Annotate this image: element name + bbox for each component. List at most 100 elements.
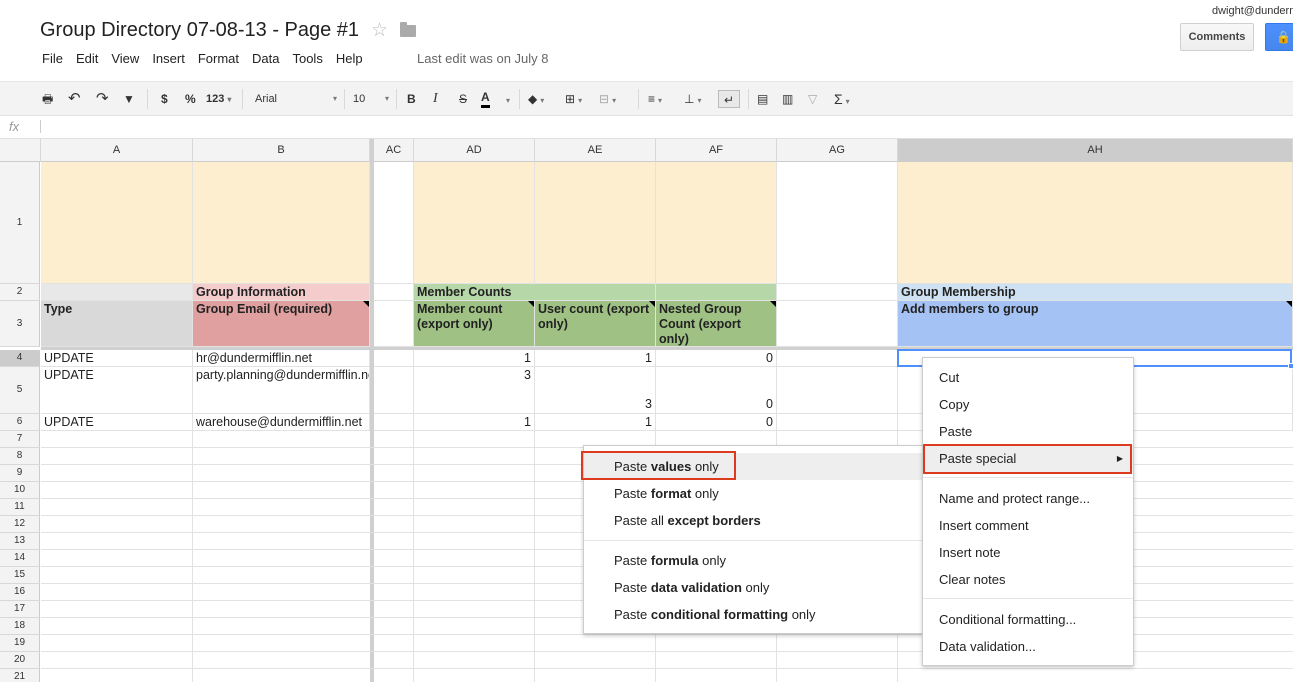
row-header[interactable]: 16	[0, 584, 40, 601]
row-header[interactable]: 19	[0, 635, 40, 652]
menu-data[interactable]: Data	[252, 51, 279, 66]
menu-tools[interactable]: Tools	[292, 51, 322, 66]
row-header[interactable]: 18	[0, 618, 40, 635]
column-header-ag[interactable]: AG	[777, 139, 898, 162]
menu-item-paste-special[interactable]: Paste special ▶	[923, 445, 1133, 472]
header-member-count[interactable]: Member count (export only)	[414, 301, 535, 347]
number-format-dropdown[interactable]: 123 ▾	[206, 90, 231, 108]
wrap-text-icon[interactable]: ↵	[718, 90, 740, 108]
cell-member-count[interactable]: 1	[414, 350, 535, 367]
menu-item-paste-formula-only[interactable]: Paste formula only	[584, 547, 922, 574]
insert-chart-icon[interactable]: ▥	[782, 90, 793, 108]
cell[interactable]	[41, 162, 193, 284]
cell[interactable]	[374, 350, 414, 367]
cell[interactable]	[374, 284, 414, 301]
menu-item-paste-data-validation-only[interactable]: Paste data validation only	[584, 574, 922, 601]
row-header[interactable]: 11	[0, 499, 40, 516]
header-group-email[interactable]: Group Email (required)	[193, 301, 370, 347]
italic-button[interactable]: I	[433, 90, 438, 108]
strikethrough-button[interactable]: S	[459, 90, 467, 108]
cell[interactable]	[777, 350, 898, 367]
cell[interactable]	[374, 301, 414, 347]
cell-group-email[interactable]: party.planning@dundermifflin.net	[193, 367, 370, 414]
row-header[interactable]: 17	[0, 601, 40, 618]
cell-group-email[interactable]: warehouse@dundermifflin.net	[193, 414, 370, 431]
header-nested-group-count[interactable]: Nested Group Count (export only)	[656, 301, 777, 347]
cell-member-count[interactable]: 3	[414, 367, 535, 414]
text-color-button[interactable]: A	[481, 90, 490, 108]
align-left-icon[interactable]: ≡ ▾	[648, 90, 662, 108]
menu-edit[interactable]: Edit	[76, 51, 98, 66]
last-edit-status[interactable]: Last edit was on July 8	[417, 51, 549, 66]
menu-item-insert-comment[interactable]: Insert comment	[923, 512, 1133, 539]
row-header[interactable]: 3	[0, 301, 40, 347]
row-header[interactable]: 5	[0, 367, 40, 414]
paint-format-icon[interactable]: ▼	[123, 90, 135, 108]
comments-button[interactable]: Comments	[1180, 23, 1254, 51]
row-header[interactable]: 12	[0, 516, 40, 533]
formula-input[interactable]	[40, 120, 41, 133]
chevron-down-icon[interactable]: ▾	[503, 90, 510, 108]
menu-item-paste[interactable]: Paste	[923, 418, 1133, 445]
cell-user-count[interactable]: 3	[535, 367, 656, 414]
document-title[interactable]: Group Directory 07-08-13 - Page #1	[40, 19, 359, 42]
cell-nested-count[interactable]: 0	[656, 350, 777, 367]
section-member-counts[interactable]: Member Counts	[414, 284, 535, 301]
column-header-b[interactable]: B	[193, 139, 370, 162]
cell-type[interactable]: UPDATE	[41, 367, 193, 414]
column-header-ac[interactable]: AC	[374, 139, 414, 162]
cell[interactable]	[193, 162, 370, 284]
menu-insert[interactable]: Insert	[152, 51, 185, 66]
menu-view[interactable]: View	[111, 51, 139, 66]
cell[interactable]	[656, 284, 777, 301]
header-type[interactable]: Type	[41, 301, 193, 347]
cell[interactable]	[777, 367, 898, 414]
row-header[interactable]: 9	[0, 465, 40, 482]
fill-color-icon[interactable]: ◆ ▾	[528, 90, 544, 108]
column-header-a[interactable]: A	[41, 139, 193, 162]
currency-format-button[interactable]: $	[161, 90, 168, 108]
cell[interactable]	[374, 367, 414, 414]
row-header[interactable]: 13	[0, 533, 40, 550]
cell-member-count[interactable]: 1	[414, 414, 535, 431]
row-header[interactable]: 10	[0, 482, 40, 499]
functions-button[interactable]: Σ ▾	[834, 90, 850, 108]
menu-item-paste-conditional-formatting-only[interactable]: Paste conditional formatting only	[584, 601, 922, 628]
cell[interactable]	[777, 284, 898, 301]
redo-icon[interactable]: ↷	[96, 90, 109, 108]
cell[interactable]	[374, 414, 414, 431]
menu-item-paste-values-only[interactable]: Paste values only	[584, 453, 922, 480]
folder-icon[interactable]	[400, 22, 416, 37]
undo-icon[interactable]: ↶	[68, 90, 81, 108]
column-header-ad[interactable]: AD	[414, 139, 535, 162]
menu-item-conditional-formatting[interactable]: Conditional formatting...	[923, 606, 1133, 633]
menu-item-name-protect-range[interactable]: Name and protect range...	[923, 485, 1133, 512]
row-header[interactable]: 15	[0, 567, 40, 584]
menu-item-paste-format-only[interactable]: Paste format only	[584, 480, 922, 507]
row-header[interactable]: 20	[0, 652, 40, 669]
menu-item-copy[interactable]: Copy	[923, 391, 1133, 418]
filter-icon[interactable]: ▽	[808, 90, 817, 108]
select-all-corner[interactable]	[0, 139, 41, 162]
cell[interactable]	[41, 284, 193, 301]
cell-type[interactable]: UPDATE	[41, 414, 193, 431]
cell-group-email[interactable]: hr@dundermifflin.net	[193, 350, 370, 367]
menu-format[interactable]: Format	[198, 51, 239, 66]
percent-format-button[interactable]: %	[185, 90, 196, 108]
menu-item-clear-notes[interactable]: Clear notes	[923, 566, 1133, 593]
menu-help[interactable]: Help	[336, 51, 363, 66]
menu-item-data-validation[interactable]: Data validation...	[923, 633, 1133, 660]
font-size-dropdown[interactable]: 10 ▾	[353, 90, 389, 108]
cell[interactable]	[898, 162, 1293, 284]
menu-item-paste-except-borders[interactable]: Paste all except borders	[584, 507, 922, 534]
print-icon[interactable]: 🖶	[42, 90, 53, 108]
header-add-members[interactable]: Add members to group	[898, 301, 1293, 347]
cell[interactable]	[656, 162, 777, 284]
row-header[interactable]: 4	[0, 350, 40, 367]
insert-comment-icon[interactable]: ▤	[757, 90, 768, 108]
share-button[interactable]: 🔒	[1265, 23, 1293, 51]
cell[interactable]	[374, 162, 414, 284]
cell[interactable]	[414, 162, 535, 284]
section-group-information[interactable]: Group Information	[193, 284, 370, 301]
row-header[interactable]: 8	[0, 448, 40, 465]
